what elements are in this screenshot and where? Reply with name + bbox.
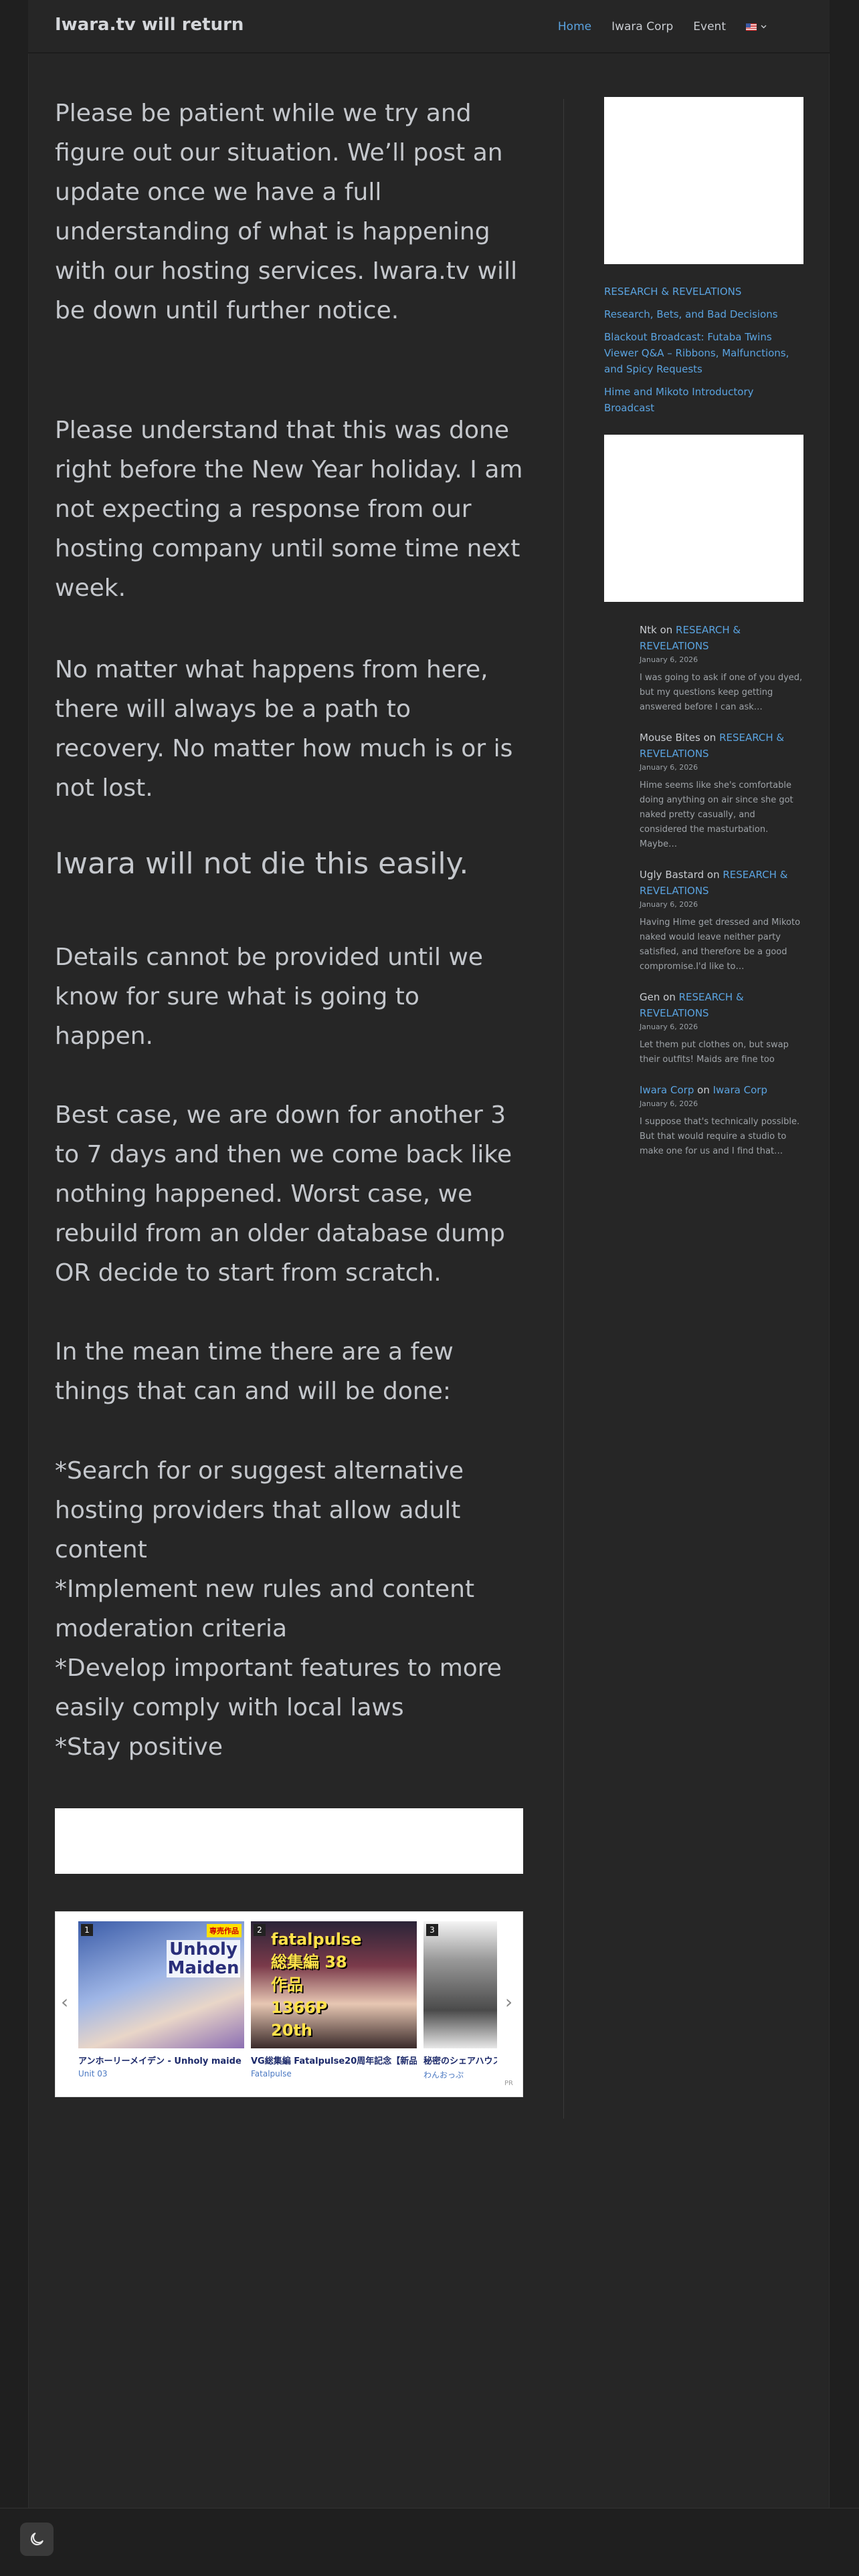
comment-excerpt: I suppose that's technically possible. B… [640, 1117, 800, 1156]
site-header: Iwara.tv will return Home Iwara Corp Eve… [28, 0, 830, 53]
comment-date: January 6, 2026 [640, 900, 698, 909]
product-title: 秘密のシェアハウス [423, 2056, 497, 2066]
comment-on-text: on [697, 1084, 710, 1096]
product-art-text: fatalpulse 総集編 38作品 1366P 20th [271, 1930, 362, 2040]
pr-label: PR [504, 2080, 513, 2087]
comment-author-link[interactable]: Iwara Corp [640, 1084, 694, 1096]
column-divider [563, 99, 564, 2119]
paragraph-status: Please be patient while we try and figur… [55, 100, 518, 324]
site-title-link[interactable]: Iwara.tv will return [55, 15, 244, 35]
carousel-next-icon[interactable]: › [505, 1991, 512, 2013]
comment-item: Iwara Corp on Iwara Corp January 6, 2026… [640, 1082, 803, 1159]
list-item: *Develop important features to more easi… [55, 1654, 502, 1721]
list-item: *Stay positive [55, 1733, 223, 1761]
comment-item: Ugly Bastard on RESEARCH & REVELATIONS J… [640, 867, 803, 974]
paragraph-recovery: No matter what happens from here, there … [55, 656, 513, 802]
product-art-text: Unholy Maiden [167, 1939, 240, 1978]
dark-mode-toggle[interactable] [20, 2523, 54, 2556]
recent-post-link[interactable]: Blackout Broadcast: Futaba Twins Viewer … [604, 329, 803, 377]
list-item: *Search for or suggest alternative hosti… [55, 1457, 464, 1564]
ad-banner[interactable] [55, 1808, 523, 1874]
exclusive-badge: 専売作品 [207, 1924, 242, 1937]
sidebar-ad-middle[interactable] [604, 435, 803, 602]
list-item: *Implement new rules and content moderat… [55, 1576, 475, 1642]
paragraph-meantime: In the mean time there are a few things … [55, 1338, 454, 1405]
recent-posts: RESEARCH & REVELATIONS Research, Bets, a… [604, 284, 803, 416]
moon-icon [30, 2533, 43, 2546]
nav-item-iwara-corp[interactable]: Iwara Corp [611, 20, 673, 33]
comment-on-text: on [663, 991, 676, 1003]
comment-item: Mouse Bites on RESEARCH & REVELATIONS Ja… [640, 730, 803, 852]
paragraph-cases: Best case, we are down for another 3 to … [55, 1101, 512, 1287]
sidebar-ad-top[interactable] [604, 97, 803, 264]
recent-post-link[interactable]: RESEARCH & REVELATIONS [604, 284, 803, 300]
rank-badge: 2 [254, 1924, 266, 1936]
carousel-prev-icon[interactable]: ‹ [61, 1991, 68, 2013]
comment-author: Ntk [640, 624, 657, 636]
nav-item-home[interactable]: Home [558, 20, 591, 33]
comment-on-text: on [703, 732, 717, 744]
comment-date: January 6, 2026 [640, 1099, 698, 1108]
product-title: アンホーリーメイデン - Unholy maide [78, 2056, 242, 2066]
product-maker[interactable]: Fatalpulse [251, 2069, 417, 2078]
comment-item: Gen on RESEARCH & REVELATIONS January 6,… [640, 989, 803, 1067]
product-image: 1 専売作品 Unholy Maiden [78, 1921, 244, 2048]
paragraph-headline: Iwara will not die this easily. [55, 847, 469, 881]
chevron-down-icon [761, 25, 767, 29]
carousel-item[interactable]: 1 専売作品 Unholy Maiden アンホーリーメイデン - Unholy… [78, 1921, 244, 2078]
comment-post-link[interactable]: Iwara Corp [713, 1084, 767, 1096]
language-switcher[interactable] [746, 20, 767, 33]
comment-on-text: on [660, 624, 673, 636]
comment-date: January 6, 2026 [640, 763, 698, 772]
nav-item-event[interactable]: Event [693, 20, 726, 33]
rank-badge: 1 [81, 1924, 93, 1936]
comment-item: Ntk on RESEARCH & REVELATIONS January 6,… [640, 622, 803, 715]
recent-comments: Ntk on RESEARCH & REVELATIONS January 6,… [640, 622, 803, 1174]
paragraph-details: Details cannot be provided until we know… [55, 944, 484, 1050]
recent-post-link[interactable]: Research, Bets, and Bad Decisions [604, 306, 803, 322]
product-image: 3 [423, 1921, 497, 2048]
paragraph-holiday: Please understand that this was done rig… [55, 417, 523, 602]
product-maker[interactable]: わんおっぷ [423, 2069, 497, 2080]
carousel-item[interactable]: 2 fatalpulse 総集編 38作品 1366P 20th VG総集編 F… [251, 1921, 417, 2078]
comment-excerpt: Hime seems like she's comfortable doing … [640, 780, 793, 849]
carousel-item[interactable]: 3 秘密のシェアハウス わんおっぷ [423, 1921, 497, 2080]
recent-post-link[interactable]: Hime and Mikoto Introductory Broadcast [604, 384, 803, 416]
comment-author: Mouse Bites [640, 732, 700, 744]
comment-excerpt: Let them put clothes on, but swap their … [640, 1040, 789, 1065]
comment-date: January 6, 2026 [640, 655, 698, 664]
product-image: 2 fatalpulse 総集編 38作品 1366P 20th [251, 1921, 417, 2048]
comment-excerpt: Having Hime get dressed and Mikoto naked… [640, 918, 801, 972]
rank-badge: 3 [426, 1924, 438, 1936]
product-maker[interactable]: Unit 03 [78, 2069, 244, 2078]
comment-date: January 6, 2026 [640, 1023, 698, 1031]
comment-on-text: on [706, 869, 720, 881]
main-nav: Home Iwara Corp Event [538, 20, 767, 33]
product-carousel: ‹ 1 専売作品 Unholy Maiden アンホーリーメイデン - Unho… [55, 1911, 523, 2097]
product-title: VG総集編 Fatalpulse20周年記念【新品 [251, 2056, 417, 2066]
action-list: *Search for or suggest alternative hosti… [55, 1451, 523, 1767]
comment-author: Ugly Bastard [640, 869, 704, 881]
comment-excerpt: I was going to ask if one of you dyed, b… [640, 673, 803, 712]
us-flag-icon [746, 23, 757, 31]
comment-author: Gen [640, 991, 660, 1003]
